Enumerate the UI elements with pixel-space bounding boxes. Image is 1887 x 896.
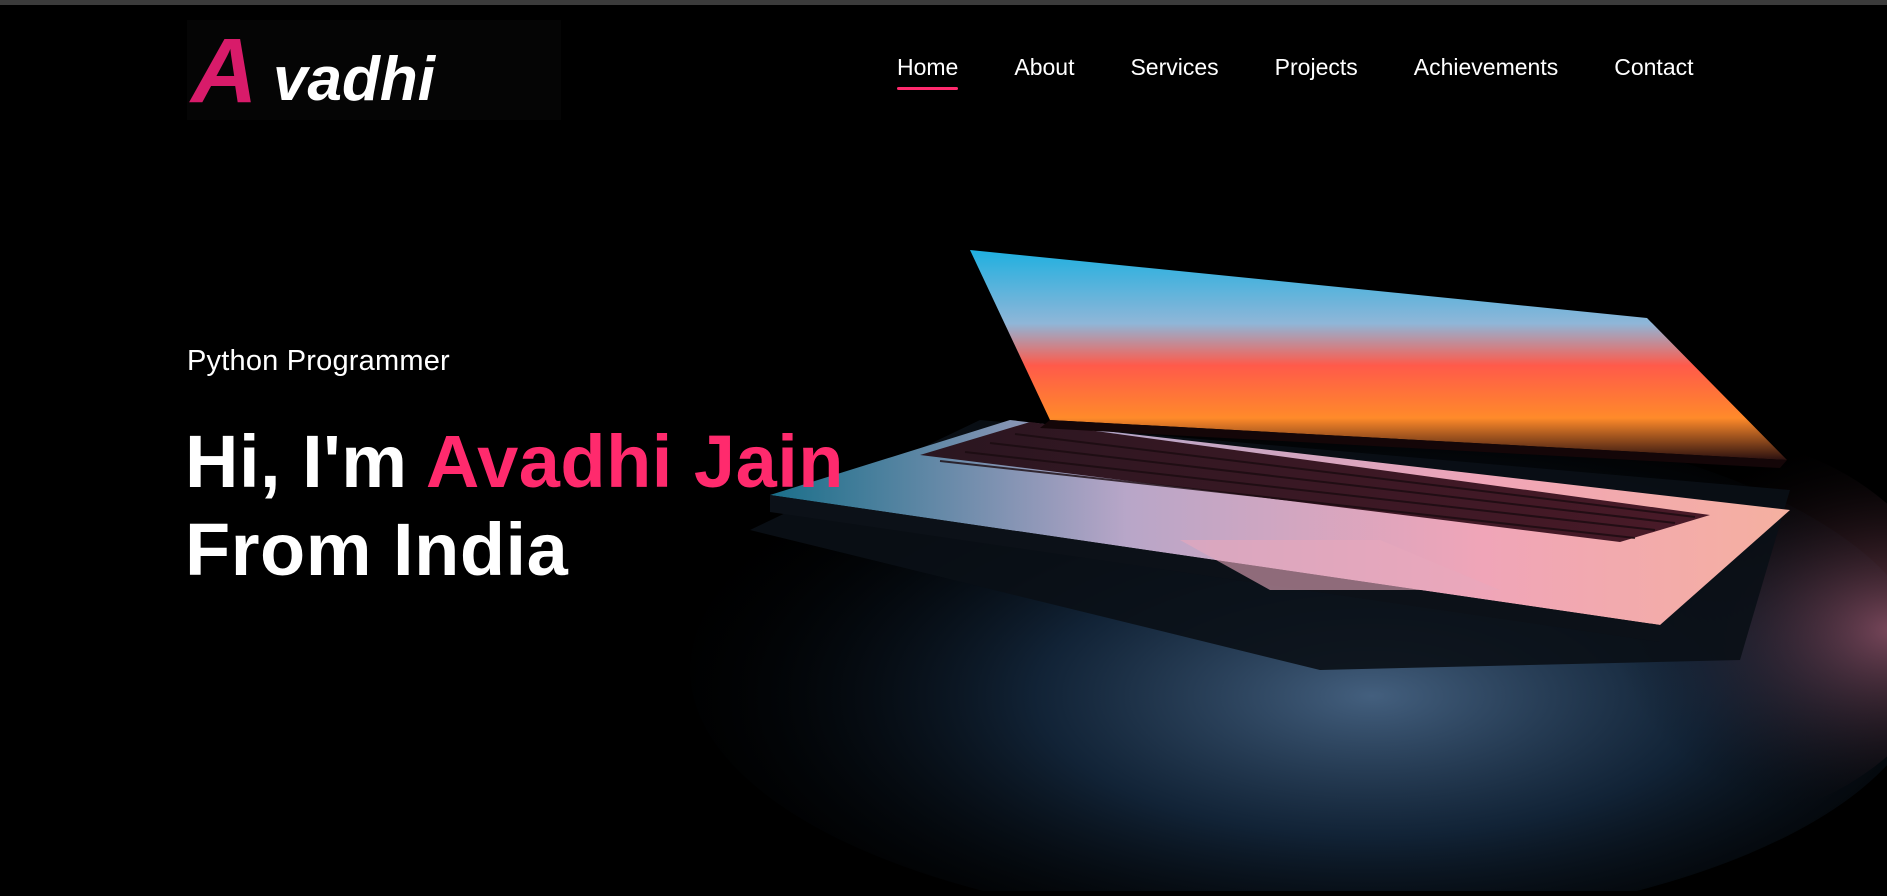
nav-item-projects[interactable]: Projects xyxy=(1275,52,1358,82)
hero-subtitle: Python Programmer xyxy=(187,345,450,377)
window-top-border xyxy=(0,0,1887,5)
main-nav: Home About Services Projects Achievement… xyxy=(897,52,1694,90)
nav-item-services[interactable]: Services xyxy=(1130,52,1218,82)
hero-name: Avadhi Jain xyxy=(425,420,844,503)
nav-item-contact[interactable]: Contact xyxy=(1614,52,1693,82)
nav-item-home[interactable]: Home xyxy=(897,52,959,90)
hero-greeting: Hi, I'm xyxy=(185,420,426,503)
nav-item-achievements[interactable]: Achievements xyxy=(1414,52,1558,82)
logo-letter-a: A xyxy=(189,20,257,120)
brand-logo[interactable]: A vadhi xyxy=(187,20,561,120)
hero-location: From India xyxy=(185,508,569,591)
hero-headline: Hi, I'm Avadhi Jain From India xyxy=(185,418,844,594)
logo-letters-rest: vadhi xyxy=(273,45,437,114)
nav-item-about[interactable]: About xyxy=(1014,52,1074,82)
